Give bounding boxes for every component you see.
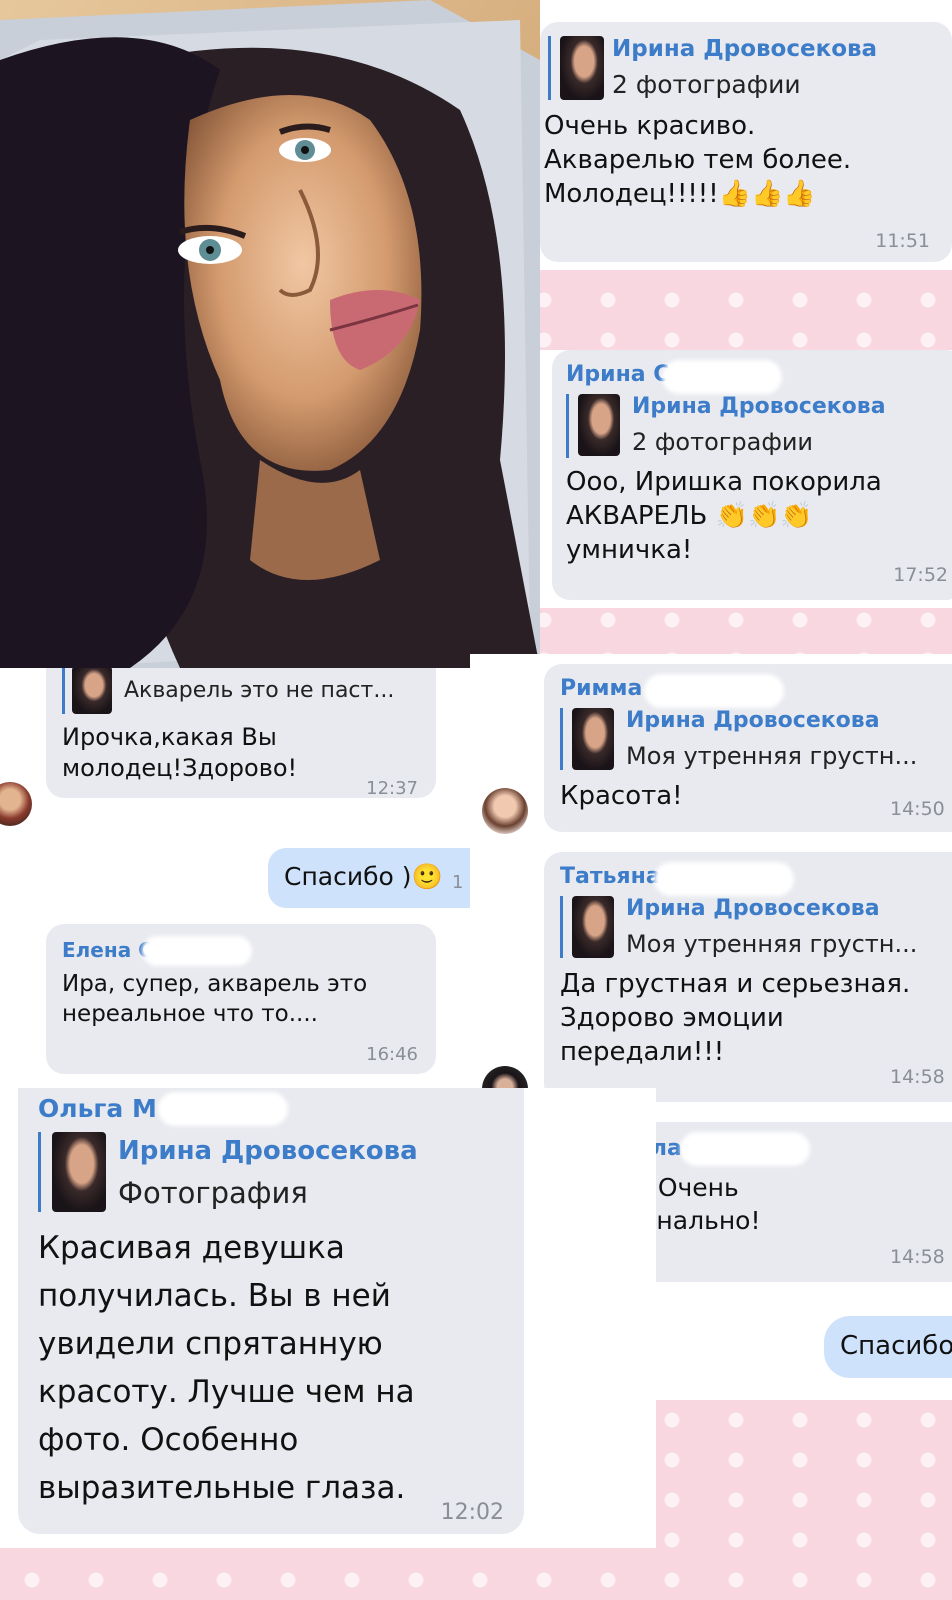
attachment-quote	[560, 896, 563, 958]
message-time: 1	[452, 872, 464, 893]
quote-author: Ирина Дровосекова	[626, 708, 880, 733]
photo-thumbnail[interactable]	[560, 36, 604, 100]
message-text: Ирочка,какая Вы молодец!Здорово!	[62, 723, 298, 783]
quote-author: Ирина Дровосекова	[612, 36, 878, 62]
message-bubble: Акварель это не паст... Ирочка,какая Вы …	[46, 668, 436, 799]
quote-subtitle: Фотография	[118, 1176, 308, 1210]
chat-screenshot-5: Ольга М Ирина Дровосекова Фотография Кра…	[0, 1088, 656, 1548]
message-text: Спасибо )🙂	[284, 862, 443, 891]
outgoing-message-bubble: Спасибо	[824, 1316, 952, 1378]
message-time: 14:58	[890, 1246, 945, 1268]
message-text: Очень красиво. Акварелью тем более. Моло…	[544, 111, 852, 209]
message-text: Ира, супер, акварель это нереальное что …	[62, 971, 368, 1027]
redacted-name-blur	[644, 674, 784, 708]
quote-subtitle: 2 фотографии	[632, 428, 814, 456]
redacted-name-blur	[654, 862, 794, 896]
attachment-quote	[566, 394, 569, 458]
sender-name: Ольга М	[38, 1094, 157, 1123]
photo-thumbnail[interactable]	[72, 668, 112, 714]
message-text: Красота!	[560, 781, 683, 811]
quote-author: Ирина Дровосекова	[632, 394, 886, 419]
watercolor-portrait-photo	[0, 0, 540, 668]
redacted-name-blur	[158, 1092, 288, 1126]
attachment-quote	[560, 708, 563, 770]
message-time: 16:46	[366, 1044, 418, 1065]
avatar[interactable]	[482, 788, 528, 834]
message-time: 12:37	[366, 778, 418, 799]
quote-subtitle: 2 фотографии	[612, 70, 801, 99]
avatar[interactable]	[0, 782, 32, 826]
sender-name: Ирина С	[566, 362, 670, 387]
photo-thumbnail[interactable]	[52, 1132, 106, 1212]
message-time: 14:50	[890, 798, 945, 820]
outgoing-message-bubble: Спасибо )🙂 1	[268, 848, 470, 908]
quote-subtitle: Моя утренняя грустн...	[626, 742, 918, 770]
redacted-name-blur	[662, 360, 782, 394]
attachment-quote	[38, 1132, 41, 1212]
photo-thumbnail[interactable]	[572, 896, 614, 958]
photo-thumbnail[interactable]	[572, 708, 614, 770]
message-bubble: Ольга М Ирина Дровосекова Фотография Кра…	[18, 1088, 524, 1534]
message-text: Да грустная и серьезная. Здорово эмоции …	[560, 969, 911, 1067]
message-bubble: Елена С Ира, супер, акварель это нереаль…	[46, 924, 436, 1074]
sender-name: Татьяна	[560, 864, 661, 889]
redacted-name-blur	[142, 936, 252, 966]
chat-screenshot-1: Ирина Дровосекова 2 фотографии Очень кра…	[540, 0, 952, 270]
chat-screenshot-3: Акварель это не паст... Ирочка,какая Вы …	[0, 668, 470, 1088]
message-bubble: Ирина С Ирина Дровосекова 2 фотографии О…	[552, 350, 952, 600]
message-text: Спасибо	[840, 1331, 952, 1361]
message-bubble: Римма Ирина Дровосекова Моя утренняя гру…	[544, 664, 952, 832]
message-time: 14:58	[890, 1066, 945, 1088]
message-bubble: Татьяна Ирина Дровосекова Моя утренняя г…	[544, 852, 952, 1102]
attachment-quote	[62, 668, 65, 714]
quote-author: Ирина Дровосекова	[626, 896, 880, 921]
message-text: Ооо, Иришка покорила АКВАРЕЛЬ 👏👏👏 умничк…	[566, 467, 882, 565]
quote-subtitle: Моя утренняя грустн...	[626, 930, 918, 958]
quote-author: Ирина Дровосекова	[118, 1136, 418, 1166]
sender-name: Римма	[560, 676, 643, 701]
quote-subtitle: Акварель это не паст...	[124, 678, 395, 703]
sender-name: Елена С	[62, 938, 153, 962]
redacted-name-blur	[680, 1132, 810, 1166]
chat-screenshot-2: Ирина С Ирина Дровосекова 2 фотографии О…	[540, 350, 952, 608]
photo-thumbnail[interactable]	[578, 394, 620, 456]
message-time: 11:51	[875, 230, 930, 252]
portrait-painting-image	[0, 0, 540, 668]
message-time: 17:52	[893, 564, 948, 586]
message-text: Красивая девушка получилась. Вы в ней ув…	[38, 1230, 415, 1507]
message-time: 12:02	[440, 1500, 504, 1525]
message-bubble: Ирина Дровосекова 2 фотографии Очень кра…	[540, 22, 952, 262]
attachment-quote	[548, 36, 551, 100]
